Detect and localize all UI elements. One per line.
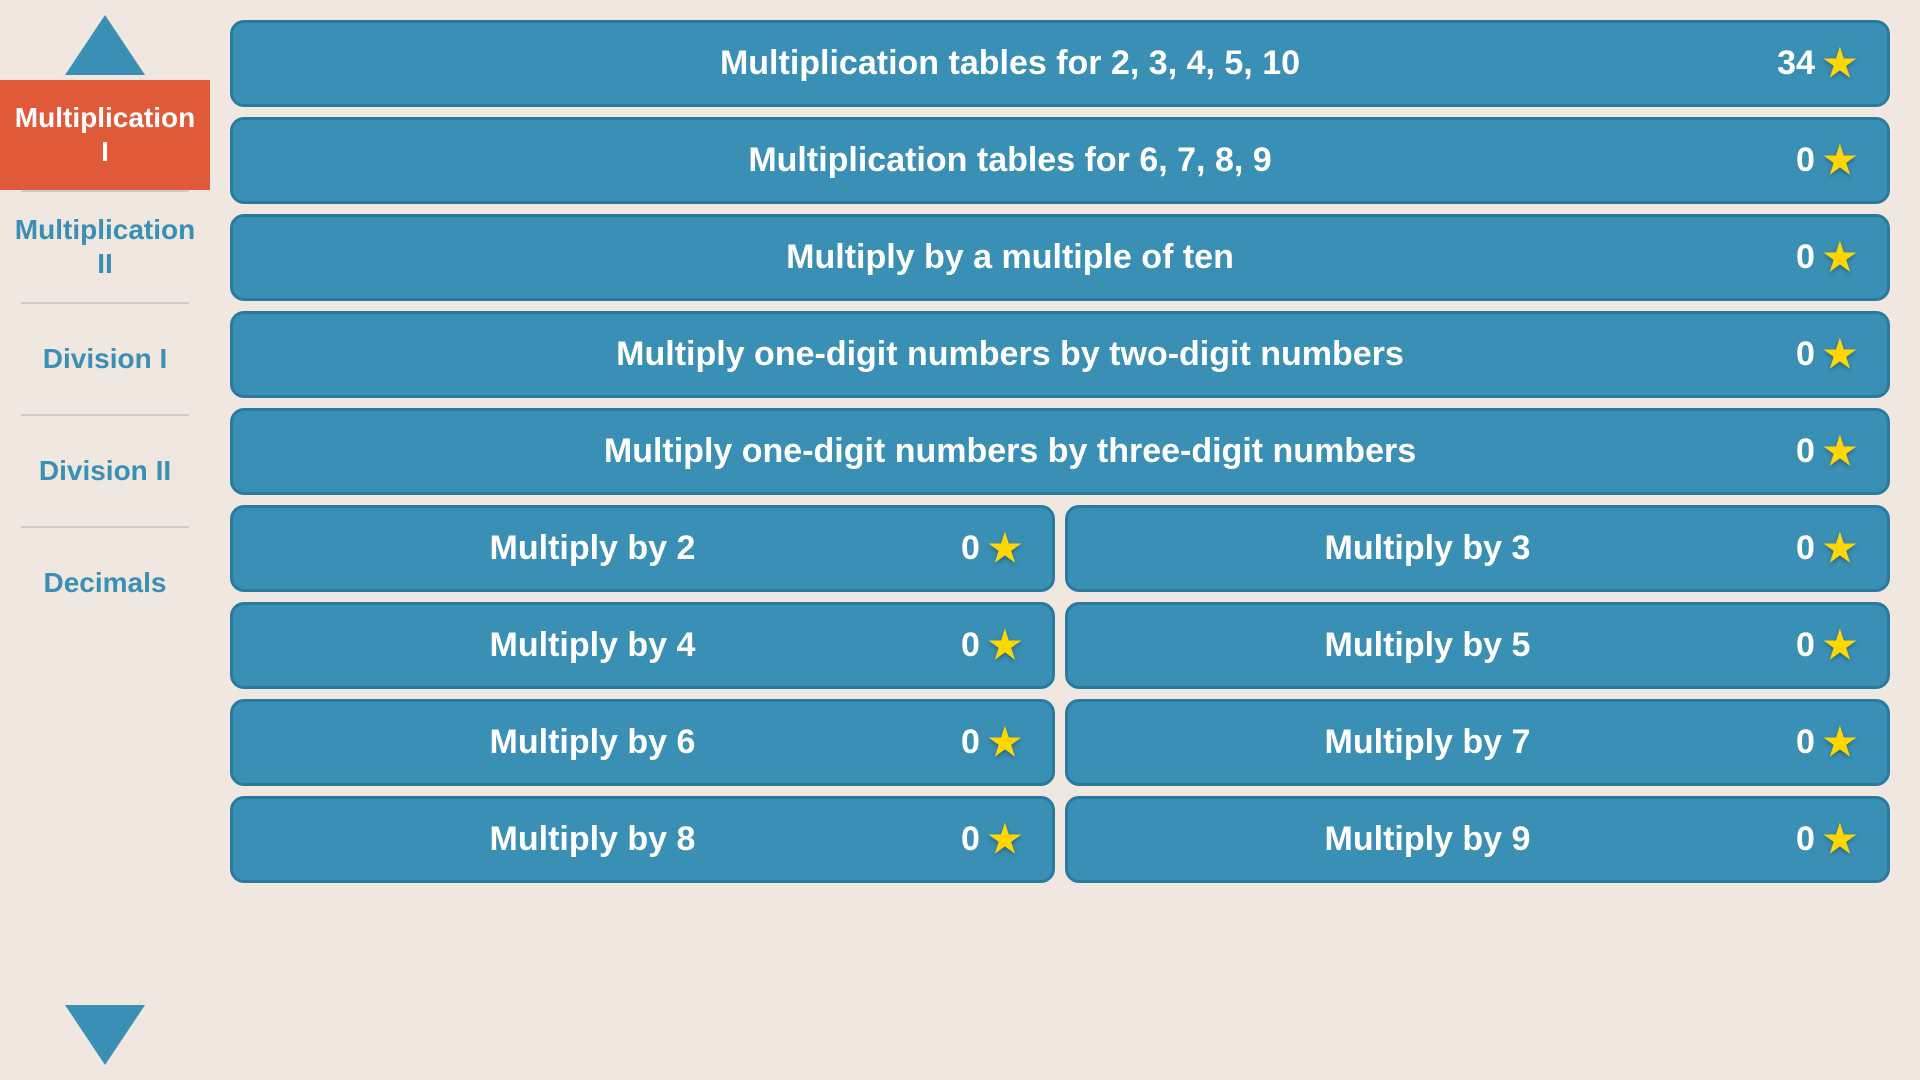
score-value: 0 <box>1796 626 1815 665</box>
star-icon: ★ <box>1823 332 1857 377</box>
sidebar-item-label: Multiplication I <box>10 101 200 168</box>
score-value: 0 <box>1796 432 1815 471</box>
star-icon: ★ <box>988 526 1022 571</box>
menu-item-label: Multiply one-digit numbers by two-digit … <box>263 335 1757 374</box>
score-section: 0 ★ <box>1757 526 1857 571</box>
arrow-up-icon <box>65 15 145 75</box>
sidebar-item-decimals[interactable]: Decimals <box>0 528 210 638</box>
pair-row-0: Multiply by 2 0 ★ Multiply by 3 0 ★ <box>230 505 1890 592</box>
sidebar-item-label: Division I <box>43 342 167 376</box>
sidebar-items: Multiplication I Multiplication II Divis… <box>0 80 210 1000</box>
sidebar-item-label: Division II <box>39 454 171 488</box>
menu-item-label: Multiply by 3 <box>1098 529 1757 568</box>
score-section: 0 ★ <box>1757 623 1857 668</box>
score-value: 34 <box>1777 44 1815 83</box>
menu-item-label: Multiply by 5 <box>1098 626 1757 665</box>
sidebar-item-multiplication-ii[interactable]: Multiplication II <box>0 192 210 302</box>
pair-row-3: Multiply by 8 0 ★ Multiply by 9 0 ★ <box>230 796 1890 883</box>
menu-item-label: Multiply one-digit numbers by three-digi… <box>263 432 1757 471</box>
star-icon: ★ <box>1823 817 1857 862</box>
score-value: 0 <box>1796 723 1815 762</box>
star-icon: ★ <box>1823 623 1857 668</box>
score-value: 0 <box>1796 141 1815 180</box>
score-value: 0 <box>1796 335 1815 374</box>
score-section: 0 ★ <box>922 526 1022 571</box>
score-value: 0 <box>1796 820 1815 859</box>
sidebar-item-multiplication-i[interactable]: Multiplication I <box>0 80 210 190</box>
scroll-down-button[interactable] <box>65 1000 145 1070</box>
menu-item-label: Multiply by 7 <box>1098 723 1757 762</box>
menu-item-label: Multiply by 9 <box>1098 820 1757 859</box>
menu-item-multiply-one-three-digit[interactable]: Multiply one-digit numbers by three-digi… <box>230 408 1890 495</box>
score-section: 0 ★ <box>1757 138 1857 183</box>
star-icon: ★ <box>1823 720 1857 765</box>
menu-item-multiply-by-8[interactable]: Multiply by 8 0 ★ <box>230 796 1055 883</box>
menu-item-label: Multiply by 6 <box>263 723 922 762</box>
score-section: 0 ★ <box>1757 429 1857 474</box>
menu-item-multiply-by-2[interactable]: Multiply by 2 0 ★ <box>230 505 1055 592</box>
sidebar-item-division-ii[interactable]: Division II <box>0 416 210 526</box>
menu-item-label: Multiply by 2 <box>263 529 922 568</box>
sidebar: Multiplication I Multiplication II Divis… <box>0 0 210 1080</box>
score-value: 0 <box>1796 238 1815 277</box>
arrow-down-icon <box>65 1005 145 1065</box>
score-section: 0 ★ <box>1757 817 1857 862</box>
menu-item-multiply-by-7[interactable]: Multiply by 7 0 ★ <box>1065 699 1890 786</box>
menu-item-multiply-by-3[interactable]: Multiply by 3 0 ★ <box>1065 505 1890 592</box>
score-value: 0 <box>961 820 980 859</box>
score-section: 0 ★ <box>1757 332 1857 377</box>
score-value: 0 <box>1796 529 1815 568</box>
sidebar-item-label: Multiplication II <box>10 213 200 280</box>
star-icon: ★ <box>988 817 1022 862</box>
score-value: 0 <box>961 626 980 665</box>
menu-item-mult-tables-2-5-10[interactable]: Multiplication tables for 2, 3, 4, 5, 10… <box>230 20 1890 107</box>
star-icon: ★ <box>1823 41 1857 86</box>
star-icon: ★ <box>988 623 1022 668</box>
menu-item-multiply-by-9[interactable]: Multiply by 9 0 ★ <box>1065 796 1890 883</box>
score-value: 0 <box>961 723 980 762</box>
score-section: 0 ★ <box>922 623 1022 668</box>
menu-item-label: Multiplication tables for 2, 3, 4, 5, 10 <box>263 44 1757 83</box>
score-section: 34 ★ <box>1757 41 1857 86</box>
star-icon: ★ <box>988 720 1022 765</box>
menu-item-label: Multiply by a multiple of ten <box>263 238 1757 277</box>
sidebar-item-label: Decimals <box>44 566 167 600</box>
scroll-up-button[interactable] <box>65 10 145 80</box>
main-content: Multiplication tables for 2, 3, 4, 5, 10… <box>210 0 1920 1080</box>
star-icon: ★ <box>1823 429 1857 474</box>
star-icon: ★ <box>1823 138 1857 183</box>
menu-item-label: Multiply by 4 <box>263 626 922 665</box>
score-value: 0 <box>961 529 980 568</box>
menu-item-multiply-by-5[interactable]: Multiply by 5 0 ★ <box>1065 602 1890 689</box>
menu-item-label: Multiply by 8 <box>263 820 922 859</box>
menu-item-multiply-one-two-digit[interactable]: Multiply one-digit numbers by two-digit … <box>230 311 1890 398</box>
score-section: 0 ★ <box>1757 720 1857 765</box>
score-section: 0 ★ <box>922 720 1022 765</box>
score-section: 0 ★ <box>922 817 1022 862</box>
menu-item-multiply-multiple-ten[interactable]: Multiply by a multiple of ten 0 ★ <box>230 214 1890 301</box>
score-section: 0 ★ <box>1757 235 1857 280</box>
star-icon: ★ <box>1823 526 1857 571</box>
menu-item-label: Multiplication tables for 6, 7, 8, 9 <box>263 141 1757 180</box>
star-icon: ★ <box>1823 235 1857 280</box>
menu-item-multiply-by-4[interactable]: Multiply by 4 0 ★ <box>230 602 1055 689</box>
pair-row-2: Multiply by 6 0 ★ Multiply by 7 0 ★ <box>230 699 1890 786</box>
menu-item-mult-tables-6-9[interactable]: Multiplication tables for 6, 7, 8, 9 0 ★ <box>230 117 1890 204</box>
sidebar-item-division-i[interactable]: Division I <box>0 304 210 414</box>
menu-item-multiply-by-6[interactable]: Multiply by 6 0 ★ <box>230 699 1055 786</box>
pair-row-1: Multiply by 4 0 ★ Multiply by 5 0 ★ <box>230 602 1890 689</box>
